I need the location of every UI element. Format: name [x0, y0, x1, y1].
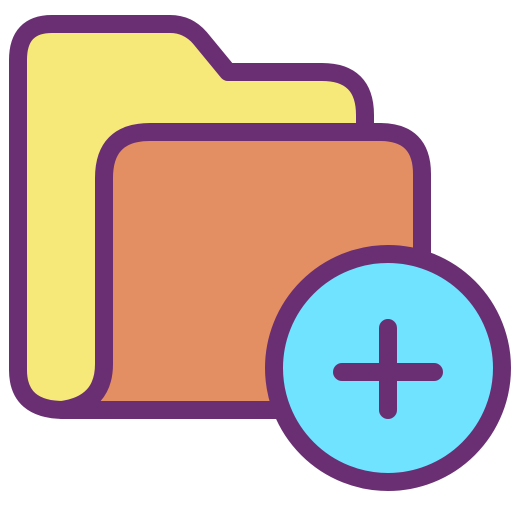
add-folder-graphic — [9, 15, 511, 491]
add-folder-icon — [0, 0, 512, 512]
